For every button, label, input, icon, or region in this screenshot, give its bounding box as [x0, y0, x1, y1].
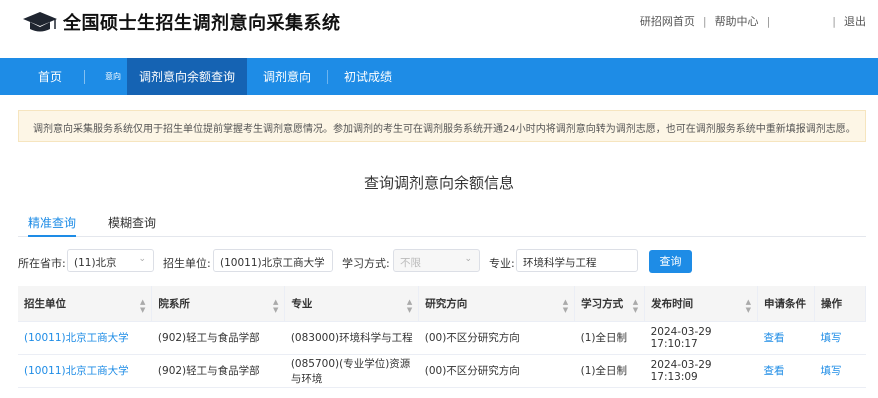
table-row: (10011)北京工商大学 (902)轻工与食品学部 (085700)(专业学位…: [18, 354, 866, 388]
divider: |: [702, 14, 707, 28]
query-tabs: 精准查询 模糊查询: [18, 214, 866, 237]
filter-bar: 所在省市: (11)北京 ⌄ 招生单位: (10011)北京工商大学 学习方式:…: [18, 249, 866, 273]
nav-intent[interactable]: 调剂意向: [247, 58, 327, 95]
graduation-cap-icon: [23, 12, 57, 32]
mode-cell: (1)全日制: [574, 354, 645, 388]
link-help-center[interactable]: 帮助中心: [715, 13, 759, 29]
col-major[interactable]: 专业 ▲ ▼: [284, 286, 420, 322]
chevron-down-icon: ⌄: [464, 254, 472, 264]
col-actions: 操作: [814, 286, 867, 322]
research-cell: (00)不区分研究方向: [418, 354, 575, 388]
department-cell: (902)轻工与食品学部: [151, 354, 285, 388]
unit-input[interactable]: (10011)北京工商大学: [213, 249, 333, 272]
unit-link[interactable]: (10011)北京工商大学: [18, 354, 152, 388]
nav-home[interactable]: 首页: [0, 58, 84, 95]
divider: |: [832, 14, 836, 28]
major-label: 专业:: [489, 257, 515, 270]
unit-label: 招生单位:: [163, 257, 211, 270]
sort-icon[interactable]: ▲ ▼: [273, 298, 278, 314]
view-conditions-link[interactable]: 查看: [757, 354, 815, 388]
fill-link[interactable]: 填写: [814, 354, 866, 388]
col-unit[interactable]: 招生单位 ▲ ▼: [18, 286, 153, 322]
tab-exact-query[interactable]: 精准查询: [28, 214, 77, 237]
divider: |: [766, 14, 771, 28]
chevron-down-icon: ⌄: [138, 254, 146, 264]
col-department[interactable]: 院系所 ▲ ▼: [151, 286, 286, 322]
mode-select[interactable]: 不限 ⌄: [393, 249, 480, 272]
site-header: 全国硕士生招生调剂意向采集系统 研招网首页 | 帮助中心 | | 退出: [0, 0, 878, 58]
main-nav: 首页 意向 调剂意向余额查询 调剂意向 初试成绩: [0, 58, 878, 95]
mode-label: 学习方式:: [342, 257, 390, 270]
fill-link[interactable]: 填写: [814, 321, 866, 355]
col-mode[interactable]: 学习方式 ▲ ▼: [574, 286, 646, 322]
search-button[interactable]: 查询: [649, 250, 692, 273]
notice-banner: 调剂意向采集服务系统仅用于招生单位提前掌握考生调剂意愿情况。参加调剂的考生可在调…: [18, 110, 866, 142]
major-cell: (085700)(专业学位)资源与环境: [284, 354, 419, 388]
results-table: 招生单位 ▲ ▼ 院系所 ▲ ▼ 专业 ▲ ▼ 研究方向 ▲ ▼ 学习方式 ▲ ▼ 发布时间 ▲ ▼ 申…: [18, 286, 867, 388]
province-value: (11)北京: [74, 257, 117, 269]
sort-icon[interactable]: ▲ ▼: [140, 298, 145, 314]
sort-icon[interactable]: ▲ ▼: [633, 298, 638, 314]
page-title: 查询调剂意向余额信息: [363, 174, 514, 192]
col-publish-time[interactable]: 发布时间 ▲ ▼: [644, 286, 759, 322]
col-conditions: 申请条件: [757, 286, 815, 322]
nav-intent-balance-query[interactable]: 调剂意向余额查询: [127, 58, 248, 95]
sort-icon[interactable]: ▲ ▼: [563, 298, 568, 314]
table-header-row: 招生单位 ▲ ▼ 院系所 ▲ ▼ 专业 ▲ ▼ 研究方向 ▲ ▼ 学习方式 ▲ ▼ 发布时间 ▲ ▼ 申…: [18, 286, 867, 322]
mode-value: 不限: [400, 257, 421, 269]
province-select[interactable]: (11)北京 ⌄: [67, 249, 154, 272]
nav-initial-scores[interactable]: 初试成绩: [328, 58, 408, 95]
link-logout[interactable]: 退出: [844, 13, 866, 29]
publish-time-cell: 2024-03-29 17:10:17: [644, 321, 758, 355]
tab-fuzzy-query[interactable]: 模糊查询: [108, 214, 156, 235]
publish-time-cell: 2024-03-29 17:13:09: [644, 354, 758, 388]
sort-icon[interactable]: ▲ ▼: [746, 298, 751, 314]
department-cell: (902)轻工与食品学部: [151, 321, 285, 355]
mode-cell: (1)全日制: [574, 321, 645, 355]
site-title: 全国硕士生招生调剂意向采集系统: [63, 13, 341, 34]
sort-icon[interactable]: ▲ ▼: [407, 298, 412, 314]
major-input[interactable]: 环境科学与工程: [516, 249, 638, 272]
link-yanzhao-home[interactable]: 研招网首页: [640, 13, 695, 29]
nav-intent-small[interactable]: 意向: [85, 58, 127, 95]
table-row: (10011)北京工商大学 (902)轻工与食品学部 (083000)环境科学与…: [18, 321, 866, 355]
unit-link[interactable]: (10011)北京工商大学: [18, 321, 152, 355]
top-links: 研招网首页 | 帮助中心 | | 退出: [640, 13, 866, 29]
research-cell: (00)不区分研究方向: [418, 321, 575, 355]
view-conditions-link[interactable]: 查看: [757, 321, 815, 355]
province-label: 所在省市:: [18, 257, 66, 270]
col-research[interactable]: 研究方向 ▲ ▼: [418, 286, 576, 322]
major-cell: (083000)环境科学与工程: [284, 321, 419, 355]
